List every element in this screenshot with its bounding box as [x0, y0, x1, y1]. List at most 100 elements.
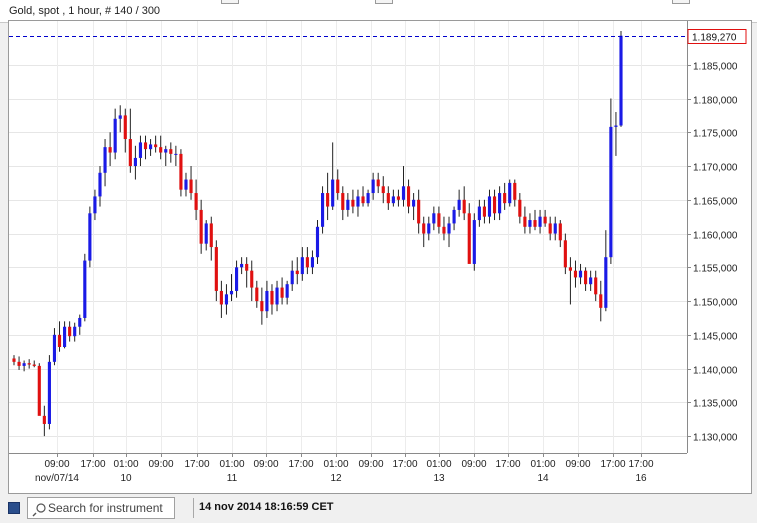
- candle-body: [199, 209, 203, 244]
- candle-body: [331, 179, 335, 207]
- candle-body: [47, 361, 51, 424]
- candle-body: [356, 196, 360, 207]
- candle-body: [275, 287, 279, 305]
- candle-body: [219, 290, 223, 305]
- candle-body: [234, 267, 239, 291]
- candle-body: [578, 270, 583, 278]
- last-price-label: 1.189,270: [692, 33, 737, 44]
- search-input[interactable]: Search for instrument: [27, 497, 175, 519]
- candle-body: [118, 115, 122, 119]
- candle-body: [138, 142, 143, 158]
- candle-body: [108, 147, 112, 153]
- candle-body: [492, 196, 497, 214]
- candle-body: [599, 294, 603, 308]
- candle-body: [396, 196, 401, 200]
- divider: [193, 498, 194, 518]
- candle-body: [391, 196, 395, 204]
- candle-body: [538, 216, 542, 227]
- candle-body: [412, 199, 416, 207]
- date-label: nov/07/14: [35, 473, 79, 484]
- candle-body: [326, 193, 330, 207]
- candle-body: [290, 270, 294, 285]
- x-tick-label: 09:00: [148, 459, 173, 470]
- timestamp: 14 nov 2014 18:16:59 CET: [199, 501, 334, 513]
- candle-body: [513, 182, 517, 200]
- candle-body: [52, 334, 57, 362]
- x-tick-label: 01:00: [113, 459, 138, 470]
- candle-body: [619, 35, 623, 126]
- candle-body: [103, 147, 107, 173]
- candle-body: [427, 223, 431, 234]
- candle-body: [113, 118, 117, 153]
- candlestick-chart[interactable]: 1.130,000 1.135,000 1.140,000 1.145,000 1.15…: [9, 21, 751, 493]
- candle-body: [214, 247, 218, 291]
- candle-body: [437, 213, 441, 227]
- candle-body: [194, 193, 198, 210]
- candle-body: [548, 223, 552, 234]
- x-tick-label: 17:00: [600, 459, 625, 470]
- y-tick-label: 1.185,000: [693, 62, 738, 73]
- candle-body: [240, 263, 244, 268]
- candle-body: [143, 142, 148, 150]
- x-tick-label: 17:00: [184, 459, 209, 470]
- candle-body: [63, 326, 67, 347]
- x-tick-label: 09:00: [253, 459, 278, 470]
- candle-body: [563, 240, 567, 268]
- candle-body: [498, 193, 502, 214]
- candle-body: [568, 267, 572, 271]
- candle-body: [351, 199, 355, 207]
- candle-body: [386, 193, 390, 204]
- candle-body: [27, 363, 31, 365]
- candle-body: [432, 213, 436, 224]
- x-tick-label: 01:00: [323, 459, 348, 470]
- chart-title: Gold, spot , 1 hour, # 140 / 300: [9, 5, 161, 17]
- candle-body: [169, 149, 173, 154]
- x-tick-label: 17:00: [80, 459, 105, 470]
- candle-body: [123, 115, 127, 140]
- candle-body: [42, 415, 46, 424]
- candle-body: [366, 193, 370, 204]
- search-icon: [32, 503, 46, 517]
- candle-body: [159, 147, 163, 153]
- candle-body: [533, 220, 537, 227]
- chart-area[interactable]: 1.130,000 1.135,000 1.140,000 1.145,000 1.15…: [8, 20, 752, 494]
- grid: [9, 21, 687, 453]
- candle-body: [477, 206, 481, 221]
- candle-body: [32, 364, 36, 366]
- candle-body: [133, 157, 137, 167]
- candle-body: [280, 287, 284, 298]
- y-tick-label: 1.135,000: [693, 399, 738, 410]
- y-tick-label: 1.180,000: [693, 96, 738, 107]
- candle-body: [320, 193, 325, 227]
- candle-body: [336, 179, 340, 194]
- x-tick-label: 09:00: [565, 459, 590, 470]
- toolbar-button[interactable]: [221, 0, 239, 4]
- candle-body: [371, 179, 375, 194]
- candle-body: [174, 153, 178, 155]
- candle-body: [37, 365, 41, 416]
- x-tick-label: 09:00: [358, 459, 383, 470]
- candle-body: [310, 257, 315, 268]
- y-tick-label: 1.160,000: [693, 231, 738, 242]
- toolbar-button[interactable]: [672, 0, 690, 4]
- candle-body: [553, 223, 557, 234]
- candle-body: [508, 182, 512, 204]
- y-tick-label: 1.130,000: [693, 433, 738, 444]
- candle-body: [584, 270, 588, 285]
- toolbar-button[interactable]: [375, 0, 393, 4]
- candle-body: [447, 223, 451, 234]
- x-tick-label: 17:00: [495, 459, 520, 470]
- candle-body: [149, 144, 153, 150]
- axes: 1.130,000 1.135,000 1.140,000 1.145,000 1.15…: [9, 21, 747, 484]
- candle-body: [609, 126, 613, 258]
- candle-body: [255, 287, 259, 302]
- x-tick-label: 01:00: [219, 459, 244, 470]
- candle-body: [57, 334, 62, 347]
- candle-body: [558, 223, 562, 241]
- candle-body: [422, 223, 426, 234]
- x-tick-label: 09:00: [44, 459, 69, 470]
- y-tick-label: 1.145,000: [693, 332, 738, 343]
- grid-icon[interactable]: [8, 502, 20, 514]
- candle-body: [523, 216, 527, 227]
- x-tick-label: 17:00: [628, 459, 653, 470]
